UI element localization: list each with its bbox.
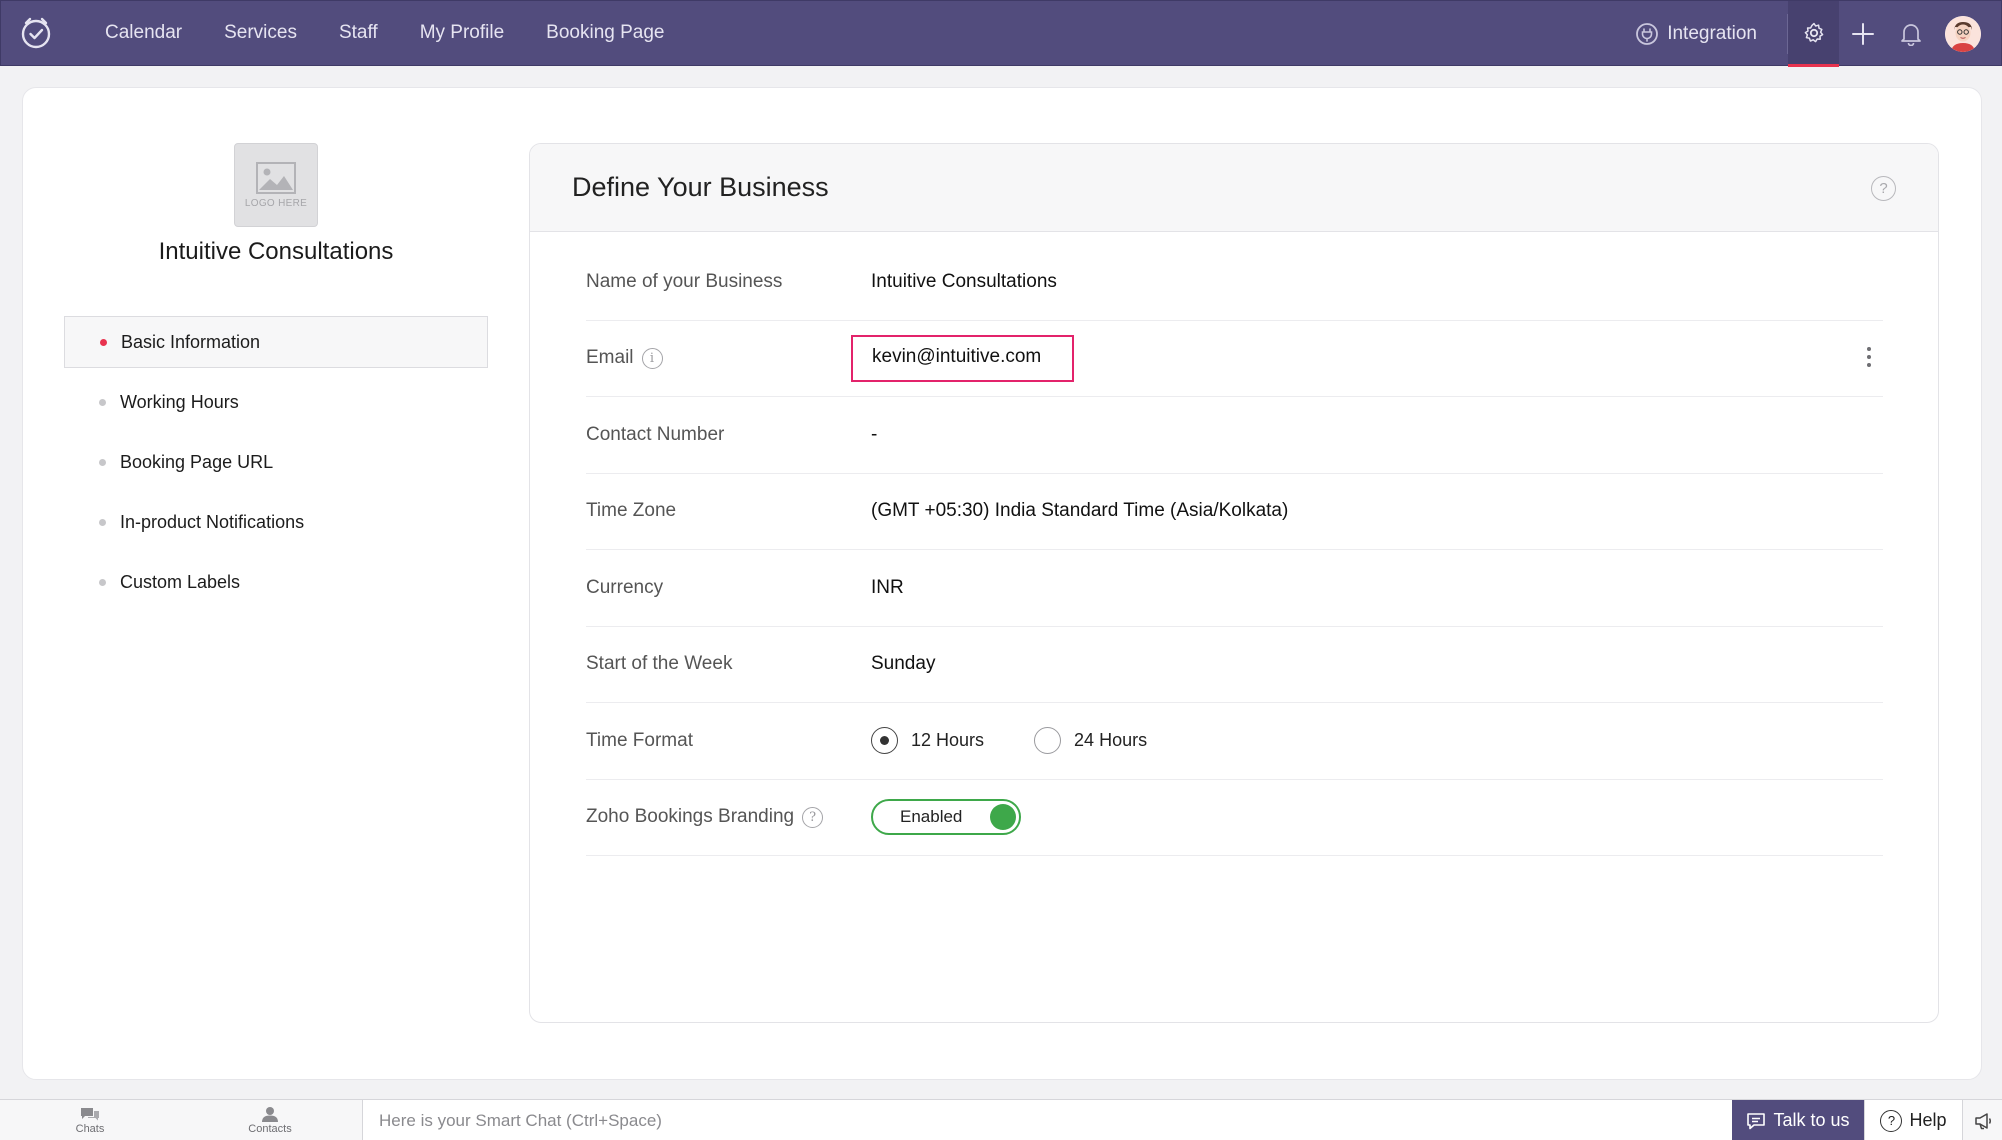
radio-unselected-icon	[1034, 727, 1062, 755]
message-icon	[1747, 1112, 1766, 1129]
field-label: Start of the Week	[586, 653, 733, 675]
integration-icon	[1636, 23, 1659, 45]
settings-button[interactable]	[1788, 1, 1839, 67]
start-of-week-value[interactable]: Sunday	[871, 653, 935, 675]
chats-label: Chats	[75, 1122, 105, 1135]
top-nav-bar: Calendar Services Staff My Profile Booki…	[0, 0, 2002, 67]
contact-person-icon	[262, 1106, 278, 1122]
toggle-knob	[990, 804, 1016, 831]
radio-label: 24 Hours	[1074, 730, 1148, 751]
notifications-button[interactable]	[1887, 1, 1935, 67]
panel-title: Define Your Business	[572, 172, 829, 202]
integration-label: Integration	[1667, 23, 1757, 44]
chat-bubble-icon	[81, 1107, 99, 1120]
topbar-actions: Integration	[1635, 1, 2001, 67]
toggle-label: Enabled	[900, 807, 963, 827]
bottom-bar: Chats Contacts Here is your Smart Chat (…	[0, 1099, 2002, 1140]
bullet-icon	[99, 398, 106, 406]
radio-12-hours[interactable]: 12 Hours	[871, 727, 985, 755]
gear-icon	[1804, 22, 1823, 42]
row-contact-number: Contact Number -	[586, 397, 1883, 474]
field-label: Email i	[586, 347, 871, 369]
side-item-label: Custom Labels	[120, 571, 241, 592]
row-currency: Currency INR	[586, 550, 1883, 627]
nav-my-profile[interactable]: My Profile	[420, 22, 504, 44]
side-item-booking-page-url[interactable]: Booking Page URL	[64, 436, 488, 488]
chats-tab[interactable]: Chats	[0, 1100, 180, 1140]
add-button[interactable]	[1839, 1, 1887, 67]
radio-24-hours[interactable]: 24 Hours	[1034, 727, 1148, 755]
branding-toggle[interactable]: Enabled	[871, 799, 1021, 836]
nav-services[interactable]: Services	[224, 22, 297, 44]
talk-to-us-button[interactable]: Talk to us	[1732, 1100, 1864, 1140]
user-avatar-icon	[1945, 16, 1981, 52]
bullet-icon	[99, 458, 106, 466]
help-icon[interactable]: ?	[802, 806, 824, 828]
row-business-name: Name of your Business Intuitive Consulta…	[586, 244, 1883, 321]
email-value-highlighted[interactable]: kevin@intuitive.com	[851, 334, 1075, 382]
talk-to-us-label: Talk to us	[1773, 1110, 1850, 1130]
field-label: Zoho Bookings Branding ?	[586, 806, 871, 828]
business-logo-placeholder[interactable]: LOGO HERE	[234, 143, 318, 227]
field-label: Name of your Business	[586, 270, 783, 292]
side-item-label: Basic Information	[121, 331, 261, 352]
field-label: Contact Number	[586, 423, 725, 445]
nav-booking-page[interactable]: Booking Page	[546, 22, 664, 44]
side-item-label: Working Hours	[120, 391, 239, 412]
field-label: Time Format	[586, 729, 693, 751]
radio-selected-icon	[871, 727, 898, 755]
side-item-custom-labels[interactable]: Custom Labels	[64, 556, 488, 608]
row-branding: Zoho Bookings Branding ? Enabled	[586, 780, 1883, 856]
business-details-panel: Define Your Business ? Name of your Busi…	[529, 143, 1939, 1023]
side-item-basic-information[interactable]: Basic Information	[64, 316, 488, 368]
bullet-icon	[99, 578, 106, 586]
bell-icon	[1901, 24, 1921, 46]
smart-chat-input[interactable]: Here is your Smart Chat (Ctrl+Space)	[362, 1100, 1732, 1140]
nav-staff[interactable]: Staff	[339, 22, 378, 44]
row-time-format: Time Format 12 Hours 24 Hours	[586, 703, 1883, 780]
email-label: Email	[586, 347, 634, 369]
image-icon	[256, 161, 296, 194]
settings-card: LOGO HERE Intuitive Consultations Basic …	[22, 87, 1982, 1080]
currency-value[interactable]: INR	[871, 577, 904, 599]
active-dot-icon	[100, 338, 107, 346]
business-name-heading: Intuitive Consultations	[158, 238, 394, 265]
time-zone-value[interactable]: (GMT +05:30) India Standard Time (Asia/K…	[871, 500, 1288, 522]
nav-calendar[interactable]: Calendar	[105, 22, 182, 44]
side-item-label: In-product Notifications	[120, 511, 305, 532]
help-icon[interactable]: ?	[1871, 176, 1896, 201]
help-button[interactable]: ? Help	[1864, 1100, 1962, 1140]
logo-placeholder-label: LOGO HERE	[244, 197, 308, 209]
row-time-zone: Time Zone (GMT +05:30) India Standard Ti…	[586, 474, 1883, 550]
time-format-radio-group: 12 Hours 24 Hours	[871, 727, 1197, 755]
radio-label: 12 Hours	[911, 730, 985, 751]
field-label: Time Zone	[586, 500, 677, 522]
side-item-working-hours[interactable]: Working Hours	[64, 376, 488, 428]
field-label: Currency	[586, 576, 664, 598]
megaphone-icon	[1974, 1112, 1991, 1129]
info-icon[interactable]: i	[641, 347, 663, 369]
help-label: Help	[1909, 1110, 1947, 1130]
bullet-icon	[99, 518, 106, 526]
plus-icon	[1852, 23, 1874, 45]
contacts-tab[interactable]: Contacts	[180, 1100, 360, 1140]
integration-button[interactable]: Integration	[1635, 22, 1757, 46]
contact-number-value[interactable]: -	[871, 424, 877, 446]
announcements-button[interactable]	[1962, 1100, 2002, 1140]
avatar[interactable]	[1945, 16, 1981, 52]
row-email: Email i kevin@intuitive.com	[586, 321, 1883, 397]
business-name-value[interactable]: Intuitive Consultations	[871, 271, 1057, 293]
question-icon: ?	[1880, 1109, 1903, 1132]
contacts-label: Contacts	[248, 1122, 292, 1135]
branding-label: Zoho Bookings Branding	[586, 806, 795, 828]
side-item-in-product-notifications[interactable]: In-product Notifications	[64, 496, 488, 548]
more-options-icon[interactable]	[1867, 346, 1871, 367]
app-logo-icon[interactable]	[18, 15, 54, 51]
side-item-label: Booking Page URL	[120, 451, 274, 472]
settings-side-menu: Basic Information Working Hours Booking …	[64, 316, 488, 616]
panel-header: Define Your Business ?	[530, 144, 1938, 232]
business-fields: Name of your Business Intuitive Consulta…	[586, 244, 1883, 856]
row-start-of-week: Start of the Week Sunday	[586, 627, 1883, 703]
